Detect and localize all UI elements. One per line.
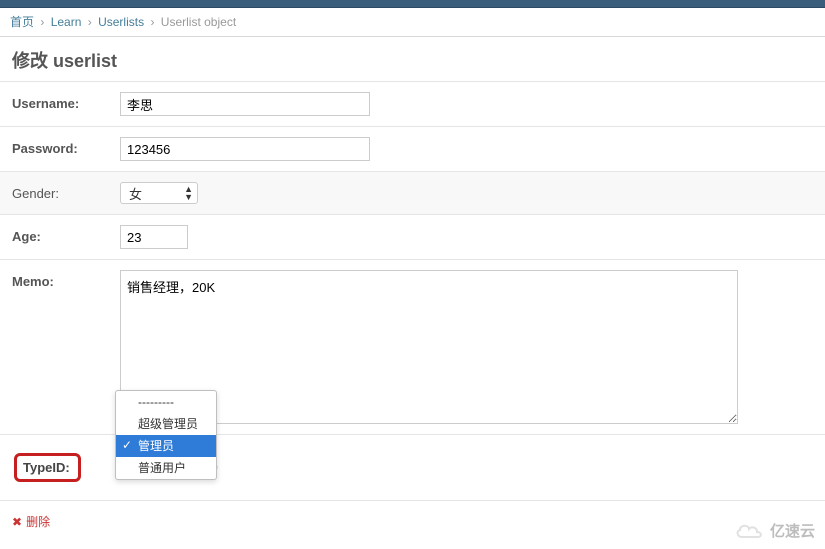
watermark-text: 亿速云 [770, 520, 815, 541]
password-field[interactable] [120, 137, 370, 161]
breadcrumb-current: Userlist object [161, 15, 236, 29]
delete-link[interactable]: 删除 [26, 515, 50, 529]
cloud-icon [734, 521, 764, 541]
select-arrows-icon: ▲▼ [184, 185, 193, 201]
gender-value: 女 [129, 184, 142, 203]
username-field[interactable] [120, 92, 370, 116]
label-typeid: TypeID: [14, 453, 81, 482]
breadcrumb-sep: › [88, 15, 92, 29]
typeid-dropdown[interactable]: --------- 超级管理员 管理员 普通用户 [115, 390, 217, 480]
breadcrumb: 首页 › Learn › Userlists › Userlist object [0, 8, 825, 37]
breadcrumb-home[interactable]: 首页 [10, 15, 34, 29]
label-age: Age: [12, 225, 120, 244]
delete-row: ✖ 删除 [0, 501, 825, 542]
label-gender: Gender: [12, 182, 120, 201]
typeid-option-normaluser[interactable]: 普通用户 [116, 457, 216, 479]
form-region: Username: Password: Gender: 女 ▲▼ Age: Me… [0, 81, 825, 542]
age-field[interactable] [120, 225, 188, 249]
breadcrumb-sep: › [40, 15, 44, 29]
typeid-option-dash[interactable]: --------- [116, 391, 216, 413]
delete-icon[interactable]: ✖ [12, 515, 22, 529]
typeid-option-superadmin[interactable]: 超级管理员 [116, 413, 216, 435]
breadcrumb-sep: › [150, 15, 154, 29]
breadcrumb-model[interactable]: Userlists [98, 15, 144, 29]
row-age: Age: [0, 215, 825, 260]
row-password: Password: [0, 127, 825, 172]
row-gender: Gender: 女 ▲▼ [0, 172, 825, 215]
typeid-option-admin[interactable]: 管理员 [116, 435, 216, 457]
label-memo: Memo: [12, 270, 120, 289]
row-typeid: TypeID: --------- 超级管理员 管理员 普通用户 ✎ ✚ [0, 435, 825, 501]
watermark: 亿速云 [734, 520, 815, 541]
label-username: Username: [12, 92, 120, 111]
window-topbar [0, 0, 825, 8]
label-password: Password: [12, 137, 120, 156]
breadcrumb-app[interactable]: Learn [51, 15, 82, 29]
page-title: 修改 userlist [0, 37, 825, 81]
row-username: Username: [0, 82, 825, 127]
gender-select[interactable]: 女 ▲▼ [120, 182, 198, 204]
